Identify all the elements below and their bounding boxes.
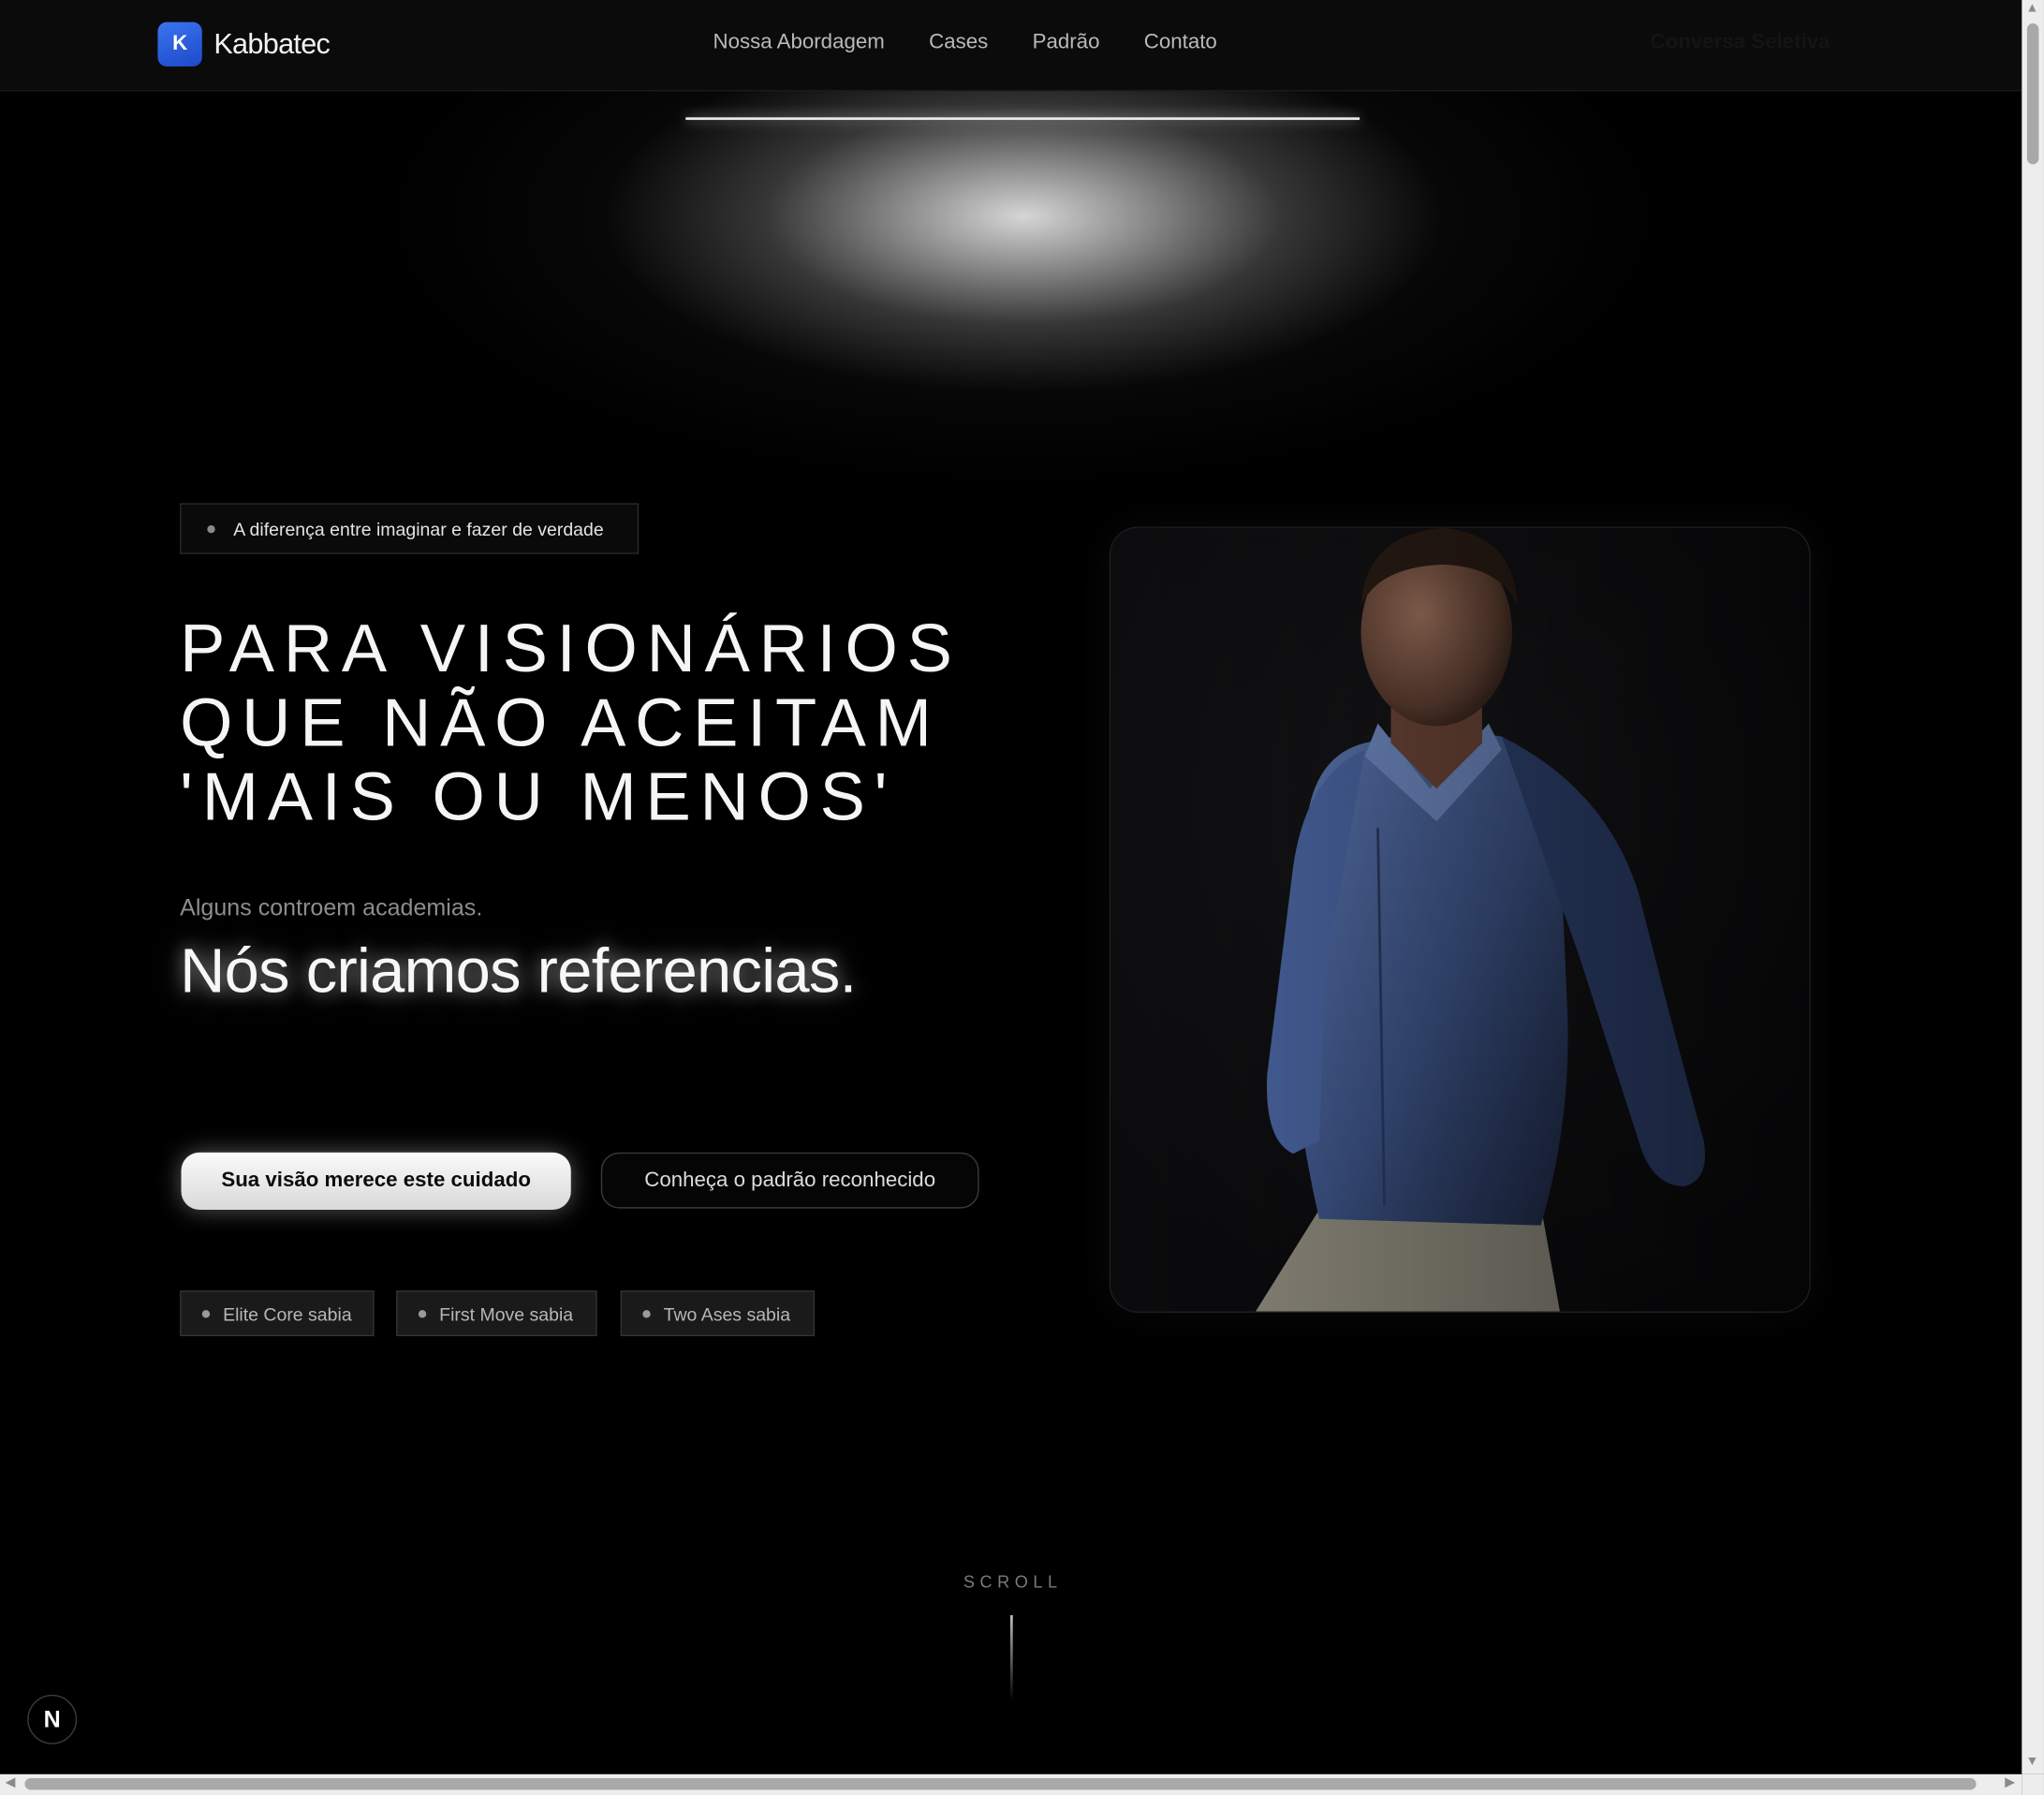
- headline-line-2: QUE NÃO ACEITAM: [180, 685, 941, 762]
- headline-line-3: 'MAIS OU MENOS': [180, 759, 897, 836]
- brand-name[interactable]: Kabbatec: [213, 27, 331, 61]
- hero-subtitle-big: Nós criamos referencias.: [180, 936, 857, 1007]
- scroll-indicator-line: [1009, 1614, 1013, 1701]
- primary-cta-button[interactable]: Sua visão merece este cuidado: [181, 1152, 571, 1210]
- hero-tag-text: A diferença entre imaginar e fazer de ve…: [233, 518, 604, 539]
- main-nav: Nossa Abordagem Cases Padrão Contato: [713, 31, 1217, 54]
- horizontal-scroll-thumb[interactable]: [24, 1777, 1977, 1790]
- vertical-scrollbar[interactable]: ▲ ▼: [2022, 0, 2044, 1774]
- scroll-down-arrow-icon[interactable]: ▼: [2025, 1755, 2038, 1769]
- headline-line-1: PARA VISIONÁRIOS: [180, 611, 962, 687]
- nav-item-nossa-abordagem[interactable]: Nossa Abordagem: [713, 31, 885, 54]
- bullet-dot-icon: [201, 1309, 211, 1317]
- chip-label: Elite Core sabia: [223, 1302, 352, 1324]
- hero-subtitle-small: Alguns controem academias.: [180, 894, 483, 920]
- spotlight-bar: [685, 117, 1360, 121]
- bullet-dot-icon: [642, 1309, 651, 1317]
- n-logo-badge[interactable]: N: [27, 1694, 78, 1744]
- top-navbar: K Kabbatec Nossa Abordagem Cases Padrão …: [0, 0, 2022, 92]
- scrollbar-corner: [2022, 1773, 2044, 1795]
- chip-first-move: First Move sabia: [396, 1290, 597, 1337]
- portrait-photo: [1109, 526, 1811, 1313]
- scroll-up-arrow-icon[interactable]: ▲: [2025, 1, 2038, 15]
- logo-icon[interactable]: K: [157, 22, 202, 67]
- chip-two-ases: Two Ases sabia: [620, 1290, 816, 1337]
- horizontal-scrollbar[interactable]: ◀ ▶: [0, 1773, 2022, 1795]
- hero-headline: PARA VISIONÁRIOS QUE NÃO ACEITAM 'MAIS O…: [180, 612, 961, 835]
- secondary-cta-button[interactable]: Conheça o padrão reconhecido: [600, 1152, 979, 1209]
- conversa-seletiva-button[interactable]: Conversa Seletiva: [1651, 31, 1831, 54]
- landing-page: K Kabbatec Nossa Abordagem Cases Padrão …: [0, 0, 2022, 1774]
- scroll-left-arrow-icon[interactable]: ◀: [6, 1775, 16, 1789]
- nav-item-contato[interactable]: Contato: [1144, 31, 1217, 54]
- vertical-scroll-thumb[interactable]: [2026, 23, 2039, 165]
- chip-label: First Move sabia: [439, 1302, 574, 1324]
- nav-item-padrao[interactable]: Padrão: [1033, 31, 1100, 54]
- bullet-dot-icon: [418, 1309, 427, 1317]
- scroll-label: SCROLL: [963, 1571, 1063, 1592]
- bullet-dot-icon: [207, 524, 215, 533]
- nav-item-cases[interactable]: Cases: [929, 31, 988, 54]
- chip-elite-core: Elite Core sabia: [180, 1290, 375, 1337]
- hero-tag: A diferença entre imaginar e fazer de ve…: [180, 503, 640, 554]
- spotlight-glow: [377, 91, 1669, 508]
- chip-label: Two Ases sabia: [663, 1302, 791, 1324]
- scroll-right-arrow-icon[interactable]: ▶: [2005, 1775, 2015, 1789]
- portrait-image: [1110, 527, 1810, 1312]
